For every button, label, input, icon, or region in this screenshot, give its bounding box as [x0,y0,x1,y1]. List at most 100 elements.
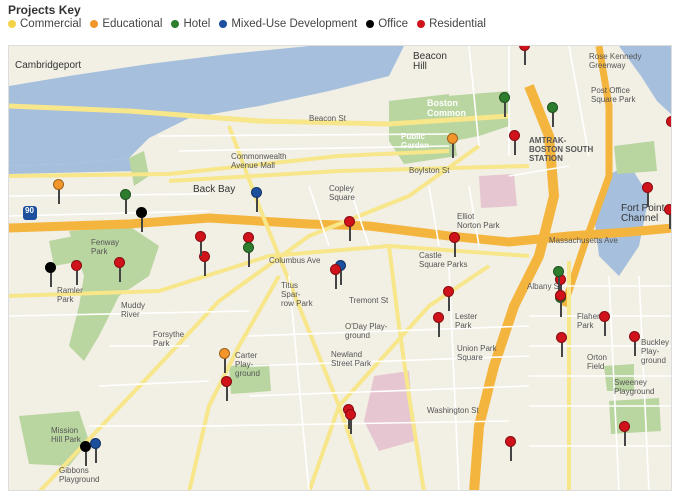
label-mission-hill: Mission Hill Park [51,426,81,444]
project-pin-residential[interactable] [666,116,672,142]
pin-stem [335,274,337,289]
pin-stem [671,126,672,141]
pin-head-icon [344,216,355,227]
project-pin-residential[interactable] [519,46,531,66]
map-canvas[interactable]: Cambridgeport Back Bay Beacon Hill Fort … [8,45,672,491]
project-pin-residential[interactable] [642,182,654,208]
project-pin-educational[interactable] [447,133,459,159]
pin-stem [448,296,450,311]
project-pin-residential[interactable] [344,216,356,242]
street-mass-ave: Massachusetts Ave [549,236,618,245]
pin-head-icon [219,348,230,359]
pin-stem [438,322,440,337]
project-pin-residential[interactable] [114,257,126,283]
pin-stem [560,300,562,315]
pin-head-icon [555,290,566,301]
project-pin-hotel[interactable] [243,242,255,268]
pin-head-icon [556,332,567,343]
mixed-use-dot-icon [219,20,228,28]
project-pin-residential[interactable] [629,331,641,357]
legend-item-educational[interactable]: Educational [90,18,162,30]
legend: Commercial Educational Hotel Mixed-Use D… [8,18,486,30]
commercial-dot-icon [8,20,16,28]
pin-head-icon [547,102,558,113]
project-pin-residential[interactable] [664,204,671,230]
pin-stem [119,267,121,282]
pin-head-icon [553,266,564,277]
legend-label: Office [378,18,409,30]
pin-stem [141,217,143,232]
label-fenway-park: Fenway Park [91,238,120,256]
pin-stem [224,358,226,373]
label-newland-park: Newland Street Park [331,350,372,368]
pin-stem [349,226,351,241]
pin-stem [58,189,60,204]
pin-head-icon [619,421,630,432]
legend-item-office[interactable]: Office [366,18,408,30]
label-beacon-hill: Beacon Hill [413,51,447,72]
label-elliot-norton: Elliot Norton Park [457,212,500,230]
pin-stem [204,261,206,276]
project-pin-residential[interactable] [345,409,357,435]
label-boston-common: Boston Common [427,98,466,118]
pin-stem [50,272,52,287]
project-pin-mixed-use-development[interactable] [90,438,102,464]
hotel-dot-icon [171,20,180,28]
project-pin-residential[interactable] [509,130,521,156]
project-pin-residential[interactable] [433,312,445,338]
label-carter-playground: Carter Play- ground [235,351,260,378]
legend-label: Residential [429,18,486,30]
street-beacon-st: Beacon St [309,114,346,123]
label-union-park: Union Park Square [457,344,497,362]
project-pin-residential[interactable] [505,436,517,462]
project-pin-educational[interactable] [219,348,231,374]
project-pin-residential[interactable] [449,232,461,258]
pin-stem [226,386,228,401]
label-muddy-river: Muddy River [121,301,146,319]
label-public-garden: Public Garden [401,132,430,150]
project-pin-residential[interactable] [443,286,455,312]
project-pin-educational[interactable] [53,179,65,205]
pin-head-icon [345,409,356,420]
project-pin-residential[interactable] [599,311,611,337]
project-pin-mixed-use-development[interactable] [251,187,263,213]
pin-head-icon [195,231,206,242]
projects-key: Projects Key Commercial Educational Hote… [0,0,675,44]
project-pin-residential[interactable] [330,264,342,290]
pin-head-icon [330,264,341,275]
label-rose-kennedy: Rose Kennedy Greenway [589,52,642,70]
project-pin-residential[interactable] [619,421,631,447]
project-pin-residential[interactable] [556,332,568,358]
pin-stem [561,342,563,357]
project-pin-residential[interactable] [555,290,567,316]
legend-label: Mixed-Use Development [231,18,358,30]
project-pin-hotel[interactable] [120,189,132,215]
project-pin-office[interactable] [45,262,57,288]
pin-head-icon [45,262,56,273]
pin-head-icon [90,438,101,449]
project-pin-hotel[interactable] [553,266,565,292]
project-pin-office[interactable] [136,207,148,233]
label-amtrak: AMTRAK- BOSTON SOUTH STATION [529,136,594,163]
project-pin-residential[interactable] [221,376,233,402]
legend-item-mixed-use[interactable]: Mixed-Use Development [219,18,357,30]
legend-item-hotel[interactable]: Hotel [171,18,210,30]
label-comm-ave-mall: Commonwealth Avenue Mall [231,152,287,170]
highway-shield-90: 90 [25,206,34,215]
legend-item-residential[interactable]: Residential [417,18,486,30]
pin-stem [256,197,258,212]
label-cambridgeport: Cambridgeport [15,60,82,71]
pin-stem [524,50,526,65]
pin-head-icon [53,179,64,190]
project-pin-residential[interactable] [195,231,207,257]
legend-item-commercial[interactable]: Commercial [8,18,81,30]
project-pin-hotel[interactable] [499,92,511,118]
project-pin-hotel[interactable] [547,102,559,128]
legend-label: Educational [102,18,163,30]
pin-stem [604,321,606,336]
project-pin-residential[interactable] [71,260,83,286]
pin-head-icon [449,232,460,243]
pin-head-icon [114,257,125,268]
pin-stem [248,252,250,267]
label-buckley-playground: Buckley Play- ground [641,338,670,365]
